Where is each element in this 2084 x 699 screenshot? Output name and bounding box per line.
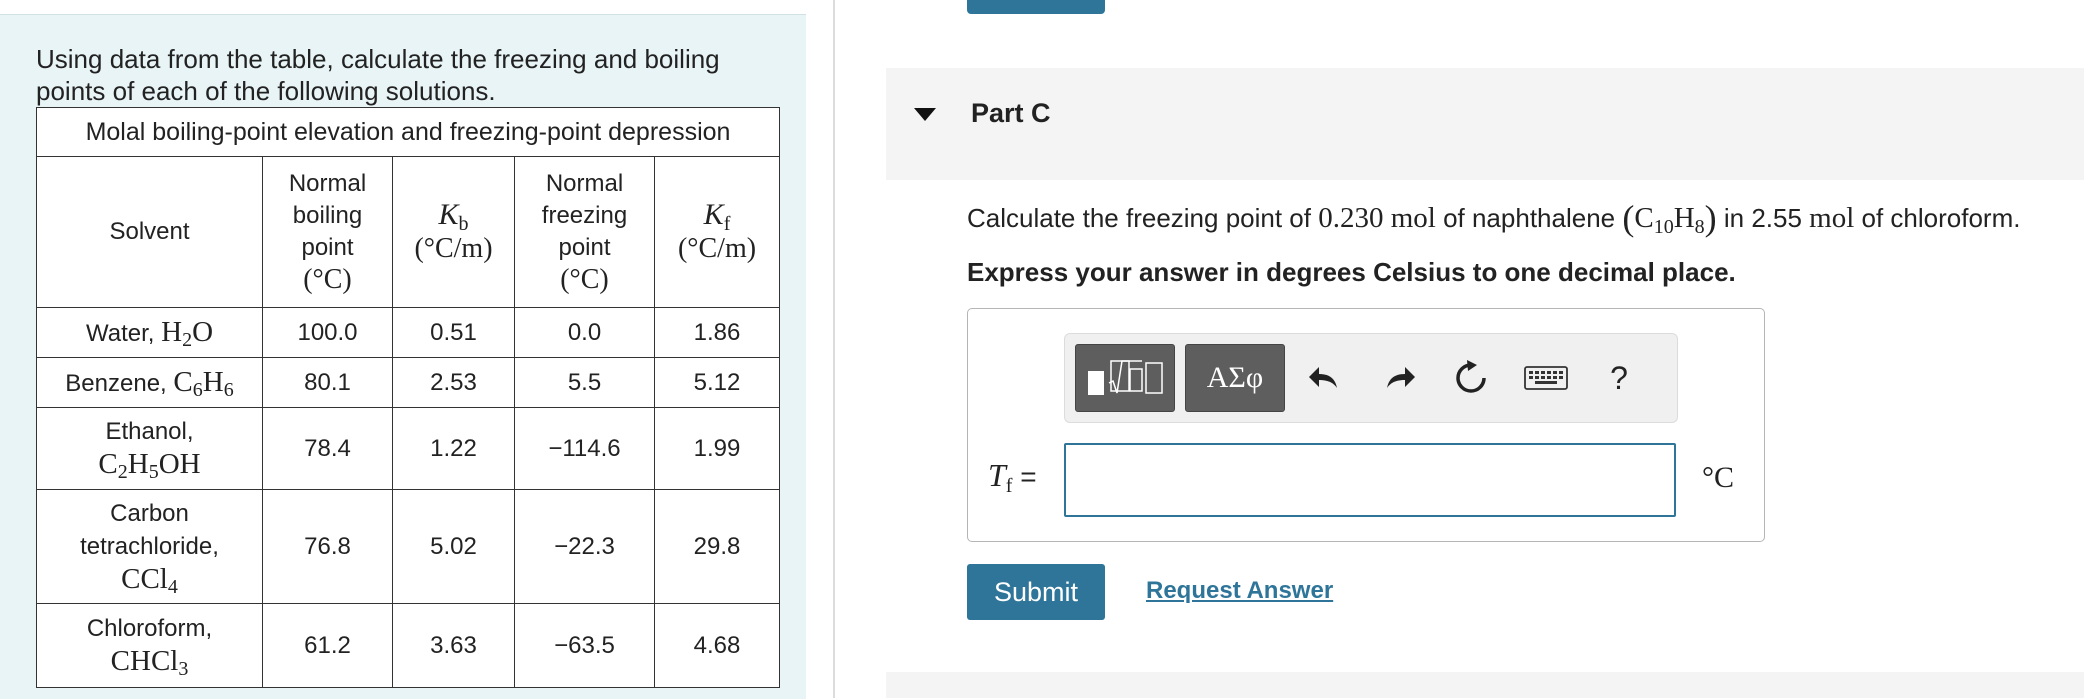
- answer-unit: °C: [1702, 461, 1735, 494]
- intro-text: Using data from the table, calculate the…: [36, 44, 720, 106]
- problem-context-panel: Using data from the table, calculate the…: [0, 14, 806, 699]
- table-caption: Molal boiling-point elevation and freezi…: [35, 107, 781, 157]
- freezing-point-cell: −63.5: [514, 603, 655, 688]
- collapse-triangle-icon[interactable]: [914, 108, 936, 121]
- kb-cell: 3.63: [392, 603, 515, 688]
- kb-cell: 2.53: [392, 357, 515, 408]
- part-title: Part C: [971, 98, 1051, 128]
- solvent-name: Water, H2O: [36, 307, 263, 358]
- solvent-name: Chloroform, CHCl3: [36, 603, 263, 688]
- header-kf: Kf (°C/m): [653, 156, 781, 308]
- header-freezing-point: Normal freezing point (°C): [514, 156, 655, 308]
- kb-cell: 5.02: [392, 489, 515, 604]
- answer-variable-label: Tf =: [988, 457, 1037, 497]
- header-solvent: Solvent: [36, 156, 263, 308]
- freezing-point-cell: 0.0: [514, 307, 655, 358]
- table-row-chloroform: Chloroform, CHCl3 61.2 3.63 −63.5 4.68: [36, 603, 781, 688]
- kf-cell: 4.68: [653, 603, 781, 688]
- previous-submit-button[interactable]: [967, 0, 1105, 14]
- keyboard-icon: [1524, 366, 1568, 390]
- kb-cell: 1.22: [392, 407, 515, 490]
- kb-cell: 0.51: [392, 307, 515, 358]
- freezing-point-cell: −114.6: [514, 407, 655, 490]
- part-c-header[interactable]: Part C: [886, 68, 2084, 180]
- table-header-row: Solvent Normal boiling point (°C) Kb (°C…: [36, 156, 781, 308]
- table-row-benzene: Benzene, C6H6 80.1 2.53 5.5 5.12: [36, 357, 781, 408]
- math-toolbar: ΑΣφ ?: [1064, 333, 1678, 423]
- kf-cell: 5.12: [653, 357, 781, 408]
- greek-symbols-button[interactable]: ΑΣφ: [1185, 344, 1285, 412]
- panel-divider: [833, 0, 835, 698]
- kf-cell: 1.99: [653, 407, 781, 490]
- reset-icon: [1456, 360, 1486, 393]
- solvent-name: Carbon tetrachloride, CCl4: [36, 489, 263, 604]
- answer-input[interactable]: [1064, 443, 1676, 517]
- table-row-carbon-tetrachloride: Carbon tetrachloride, CCl4 76.8 5.02 −22.3…: [36, 489, 781, 604]
- kf-cell: 1.86: [653, 307, 781, 358]
- redo-icon: [1387, 367, 1415, 388]
- undo-button[interactable]: [1295, 346, 1355, 410]
- redo-button[interactable]: [1369, 346, 1429, 410]
- submit-button[interactable]: Submit: [967, 564, 1105, 620]
- request-answer-link[interactable]: Request Answer: [1146, 577, 1333, 605]
- header-boiling-point: Normal boiling point (°C): [262, 156, 393, 308]
- boiling-point-cell: 80.1: [262, 357, 393, 408]
- table-row-ethanol: Ethanol, C2H5OH 78.4 1.22 −114.6 1.99: [36, 407, 781, 490]
- answer-instruction: Express your answer in degrees Celsius t…: [967, 257, 1736, 287]
- freezing-point-cell: −22.3: [514, 489, 655, 604]
- boiling-point-cell: 76.8: [262, 489, 393, 604]
- help-button[interactable]: ?: [1589, 346, 1649, 410]
- keyboard-button[interactable]: [1516, 346, 1576, 410]
- solvent-name: Benzene, C6H6: [36, 357, 263, 408]
- boiling-point-cell: 61.2: [262, 603, 393, 688]
- solvent-name: Ethanol, C2H5OH: [36, 407, 263, 490]
- question-text: Calculate the freezing point of 0.230 mo…: [967, 198, 2021, 238]
- undo-icon: [1309, 367, 1337, 388]
- freezing-point-cell: 5.5: [514, 357, 655, 408]
- templates-icon: [1088, 360, 1163, 395]
- kf-cell: 29.8: [653, 489, 781, 604]
- solvent-data-table: Molal boiling-point elevation and freezi…: [35, 107, 781, 688]
- templates-button[interactable]: [1075, 344, 1175, 412]
- table-row-water: Water, H2O 100.0 0.51 0.0 1.86: [36, 307, 781, 358]
- boiling-point-cell: 78.4: [262, 407, 393, 490]
- reset-button[interactable]: [1441, 346, 1501, 410]
- header-kb: Kb (°C/m): [392, 156, 515, 308]
- next-part-header: [886, 672, 2084, 698]
- answer-box: ΑΣφ ? Tf = °C: [967, 308, 1765, 542]
- boiling-point-cell: 100.0: [262, 307, 393, 358]
